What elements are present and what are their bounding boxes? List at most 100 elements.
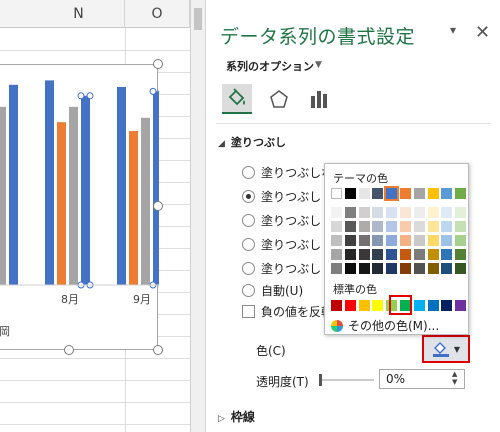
bar[interactable]	[117, 87, 126, 285]
theme-shade-swatch[interactable]	[331, 249, 342, 260]
theme-shade-swatch[interactable]	[331, 263, 342, 274]
series-options-tab[interactable]	[304, 84, 334, 114]
pane-options-icon[interactable]: ▾	[450, 23, 456, 37]
theme-shade-swatch[interactable]	[331, 221, 342, 232]
invert-if-negative-row[interactable]: 負の値を反転	[242, 303, 333, 320]
scrollbar-thumb[interactable]	[194, 8, 202, 30]
bar[interactable]	[69, 106, 78, 285]
theme-color-swatch[interactable]	[400, 188, 411, 199]
fill-section-header[interactable]: ◢ 塗りつぶし	[218, 134, 286, 150]
theme-shade-swatch[interactable]	[344, 221, 356, 232]
standard-color-swatch[interactable]	[441, 300, 453, 311]
theme-shade-swatch[interactable]	[344, 249, 356, 260]
standard-color-swatch[interactable]	[413, 300, 425, 311]
chart-area[interactable]: 8月 9月 岡	[0, 64, 159, 350]
close-icon[interactable]: ✕	[475, 22, 490, 43]
theme-shade-swatch[interactable]	[386, 235, 398, 246]
column-header-o[interactable]: O	[125, 0, 190, 28]
theme-shade-swatch[interactable]	[413, 263, 425, 274]
theme-shade-swatch[interactable]	[413, 207, 425, 218]
theme-shade-swatch[interactable]	[455, 235, 467, 246]
theme-shade-swatch[interactable]	[441, 235, 453, 246]
chart-resize-handle[interactable]	[153, 201, 163, 211]
theme-shade-swatch[interactable]	[413, 235, 425, 246]
standard-color-swatch[interactable]	[331, 300, 342, 311]
chart-resize-handle[interactable]	[153, 59, 163, 69]
fill-line-tab[interactable]	[222, 84, 252, 114]
theme-shade-swatch[interactable]	[372, 235, 384, 246]
transparency-spinner[interactable]: ▲ ▼	[452, 370, 457, 386]
theme-shade-swatch[interactable]	[455, 263, 467, 274]
theme-shade-swatch[interactable]	[344, 263, 356, 274]
transparency-slider[interactable]	[318, 373, 376, 387]
theme-shade-swatch[interactable]	[386, 263, 398, 274]
chart-resize-handle[interactable]	[153, 345, 163, 355]
theme-shade-swatch[interactable]	[344, 235, 356, 246]
theme-shade-swatch[interactable]	[455, 221, 467, 232]
theme-shade-swatch[interactable]	[441, 207, 453, 218]
theme-shade-swatch[interactable]	[455, 207, 467, 218]
theme-shade-swatch[interactable]	[358, 235, 370, 246]
theme-shade-swatch[interactable]	[358, 263, 370, 274]
radio-button[interactable]	[242, 166, 255, 179]
chevron-down-icon[interactable]: ▼	[315, 60, 322, 70]
standard-color-swatch[interactable]	[427, 300, 439, 311]
radio-automatic[interactable]: 自動(U)	[242, 282, 303, 299]
theme-shade-swatch[interactable]	[358, 249, 370, 260]
standard-color-swatch[interactable]	[344, 300, 356, 311]
theme-shade-swatch[interactable]	[427, 221, 439, 232]
theme-shade-swatch[interactable]	[441, 221, 453, 232]
theme-shade-swatch[interactable]	[331, 235, 342, 246]
theme-color-swatch[interactable]	[344, 188, 356, 199]
theme-shade-swatch[interactable]	[427, 249, 439, 260]
bar[interactable]	[153, 91, 159, 286]
theme-shade-swatch[interactable]	[372, 263, 384, 274]
theme-shade-swatch[interactable]	[427, 207, 439, 218]
theme-shade-swatch[interactable]	[331, 207, 342, 218]
theme-shade-swatch[interactable]	[413, 221, 425, 232]
theme-shade-swatch[interactable]	[427, 263, 439, 274]
theme-shade-swatch[interactable]	[400, 263, 411, 274]
standard-color-swatch[interactable]	[372, 300, 384, 311]
radio-button[interactable]	[242, 284, 255, 297]
theme-color-swatch[interactable]	[331, 188, 342, 199]
theme-color-swatch[interactable]	[427, 188, 439, 199]
theme-shade-swatch[interactable]	[386, 249, 398, 260]
effects-tab[interactable]	[264, 84, 294, 114]
theme-color-swatch[interactable]	[384, 186, 400, 201]
radio-button[interactable]	[242, 190, 255, 203]
theme-shade-swatch[interactable]	[372, 207, 384, 218]
theme-color-swatch[interactable]	[441, 188, 453, 199]
more-colors-item[interactable]: その他の色(M)...	[330, 317, 439, 334]
radio-button[interactable]	[242, 238, 255, 251]
invert-checkbox[interactable]	[242, 305, 255, 318]
theme-shade-swatch[interactable]	[372, 221, 384, 232]
bar[interactable]	[141, 117, 150, 285]
radio-button[interactable]	[242, 262, 255, 275]
theme-shade-swatch[interactable]	[455, 249, 467, 260]
theme-shade-swatch[interactable]	[344, 207, 356, 218]
theme-shade-swatch[interactable]	[386, 221, 398, 232]
theme-color-swatch[interactable]	[455, 188, 467, 199]
bar[interactable]	[129, 131, 138, 285]
standard-color-swatch[interactable]	[455, 300, 467, 311]
standard-color-swatch[interactable]	[358, 300, 370, 311]
series-options-dropdown[interactable]: 系列のオプション	[226, 58, 314, 74]
column-header-n[interactable]: N	[33, 0, 125, 28]
theme-color-swatch[interactable]	[358, 188, 370, 199]
border-section-header[interactable]: ▷ 枠線	[218, 408, 255, 425]
theme-shade-swatch[interactable]	[441, 249, 453, 260]
theme-shade-swatch[interactable]	[400, 221, 411, 232]
bar[interactable]	[45, 80, 54, 286]
theme-shade-swatch[interactable]	[372, 249, 384, 260]
radio-button[interactable]	[242, 214, 255, 227]
theme-shade-swatch[interactable]	[400, 207, 411, 218]
theme-shade-swatch[interactable]	[413, 249, 425, 260]
theme-shade-swatch[interactable]	[358, 221, 370, 232]
theme-color-swatch[interactable]	[372, 188, 384, 199]
bar[interactable]	[9, 84, 18, 285]
bar[interactable]	[0, 106, 6, 285]
theme-shade-swatch[interactable]	[441, 263, 453, 274]
bar[interactable]	[81, 95, 90, 285]
fill-color-button[interactable]: ▼	[422, 335, 470, 363]
